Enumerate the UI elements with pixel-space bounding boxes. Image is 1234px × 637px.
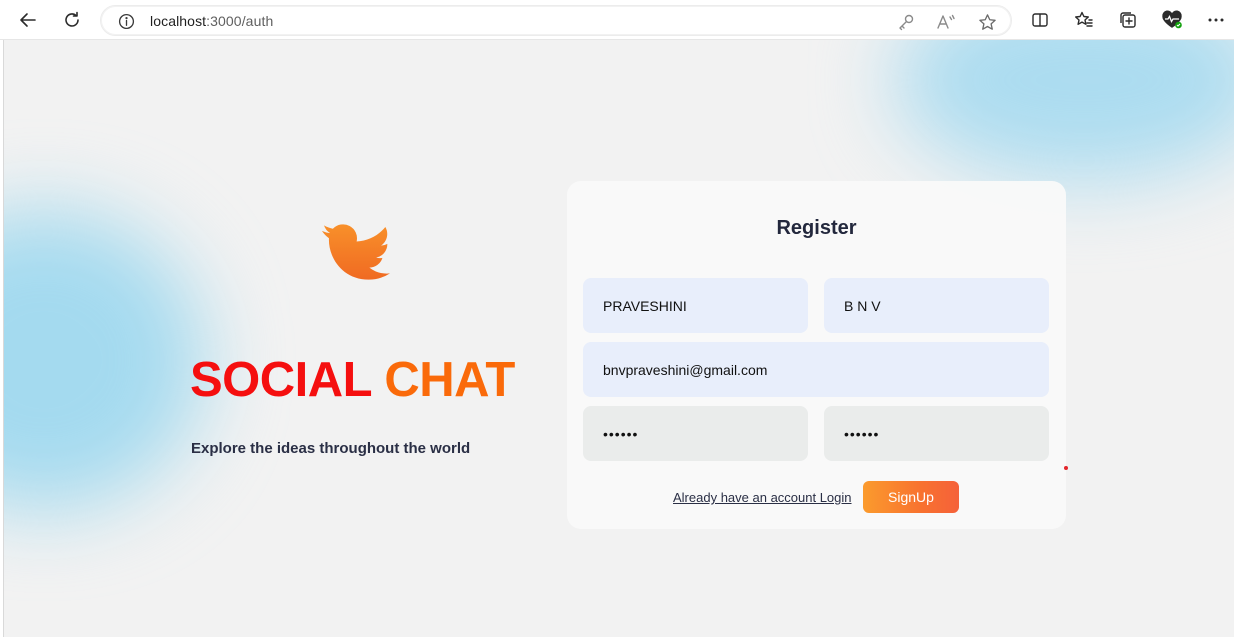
brand-title: SOCIAL CHAT [190,352,515,408]
collections-button[interactable] [1116,8,1140,32]
refresh-button[interactable] [60,8,84,32]
split-screen-icon [1032,13,1048,27]
arrow-left-icon [20,13,36,27]
register-card: Register Already have an account Login S… [567,181,1066,529]
more-icon [1208,18,1224,22]
register-title: Register [776,217,857,239]
brand-title-word-2: CHAT [384,353,515,407]
collections-icon [1120,12,1136,28]
password-input[interactable] [583,406,808,461]
split-screen-button[interactable] [1028,8,1052,32]
url-path: :3000/auth [206,13,274,29]
last-name-input[interactable] [824,278,1049,333]
background-glow-right [894,40,1234,180]
login-link[interactable]: Already have an account Login [673,490,852,505]
info-icon[interactable] [118,13,135,30]
key-icon[interactable] [896,12,916,32]
signup-button[interactable]: SignUp [863,481,959,513]
background-glow-left [4,210,204,510]
url-text[interactable]: localhost:3000/auth [150,13,273,29]
more-button[interactable] [1204,8,1228,32]
cursor-dot [1064,466,1068,470]
email-input[interactable] [583,342,1049,397]
back-button[interactable] [16,8,40,32]
page-viewport: SOCIAL CHAT Explore the ideas throughout… [3,40,1234,637]
browser-toolbar: localhost:3000/auth [0,0,1234,40]
favorites-list-icon [1075,11,1093,27]
brand-tagline: Explore the ideas throughout the world [191,440,471,457]
refresh-icon [65,11,79,27]
url-host: localhost [150,13,207,29]
address-bar[interactable]: localhost:3000/auth [100,5,1012,36]
star-icon[interactable] [977,12,997,32]
browser-essentials-icon [1162,10,1182,29]
confirm-password-input[interactable] [824,406,1049,461]
browser-essentials-button[interactable] [1160,8,1184,32]
brand-title-word-1: SOCIAL [190,353,372,407]
favorites-button[interactable] [1072,8,1096,32]
first-name-input[interactable] [583,278,808,333]
bird-icon [322,224,390,280]
read-aloud-icon[interactable] [936,12,956,32]
